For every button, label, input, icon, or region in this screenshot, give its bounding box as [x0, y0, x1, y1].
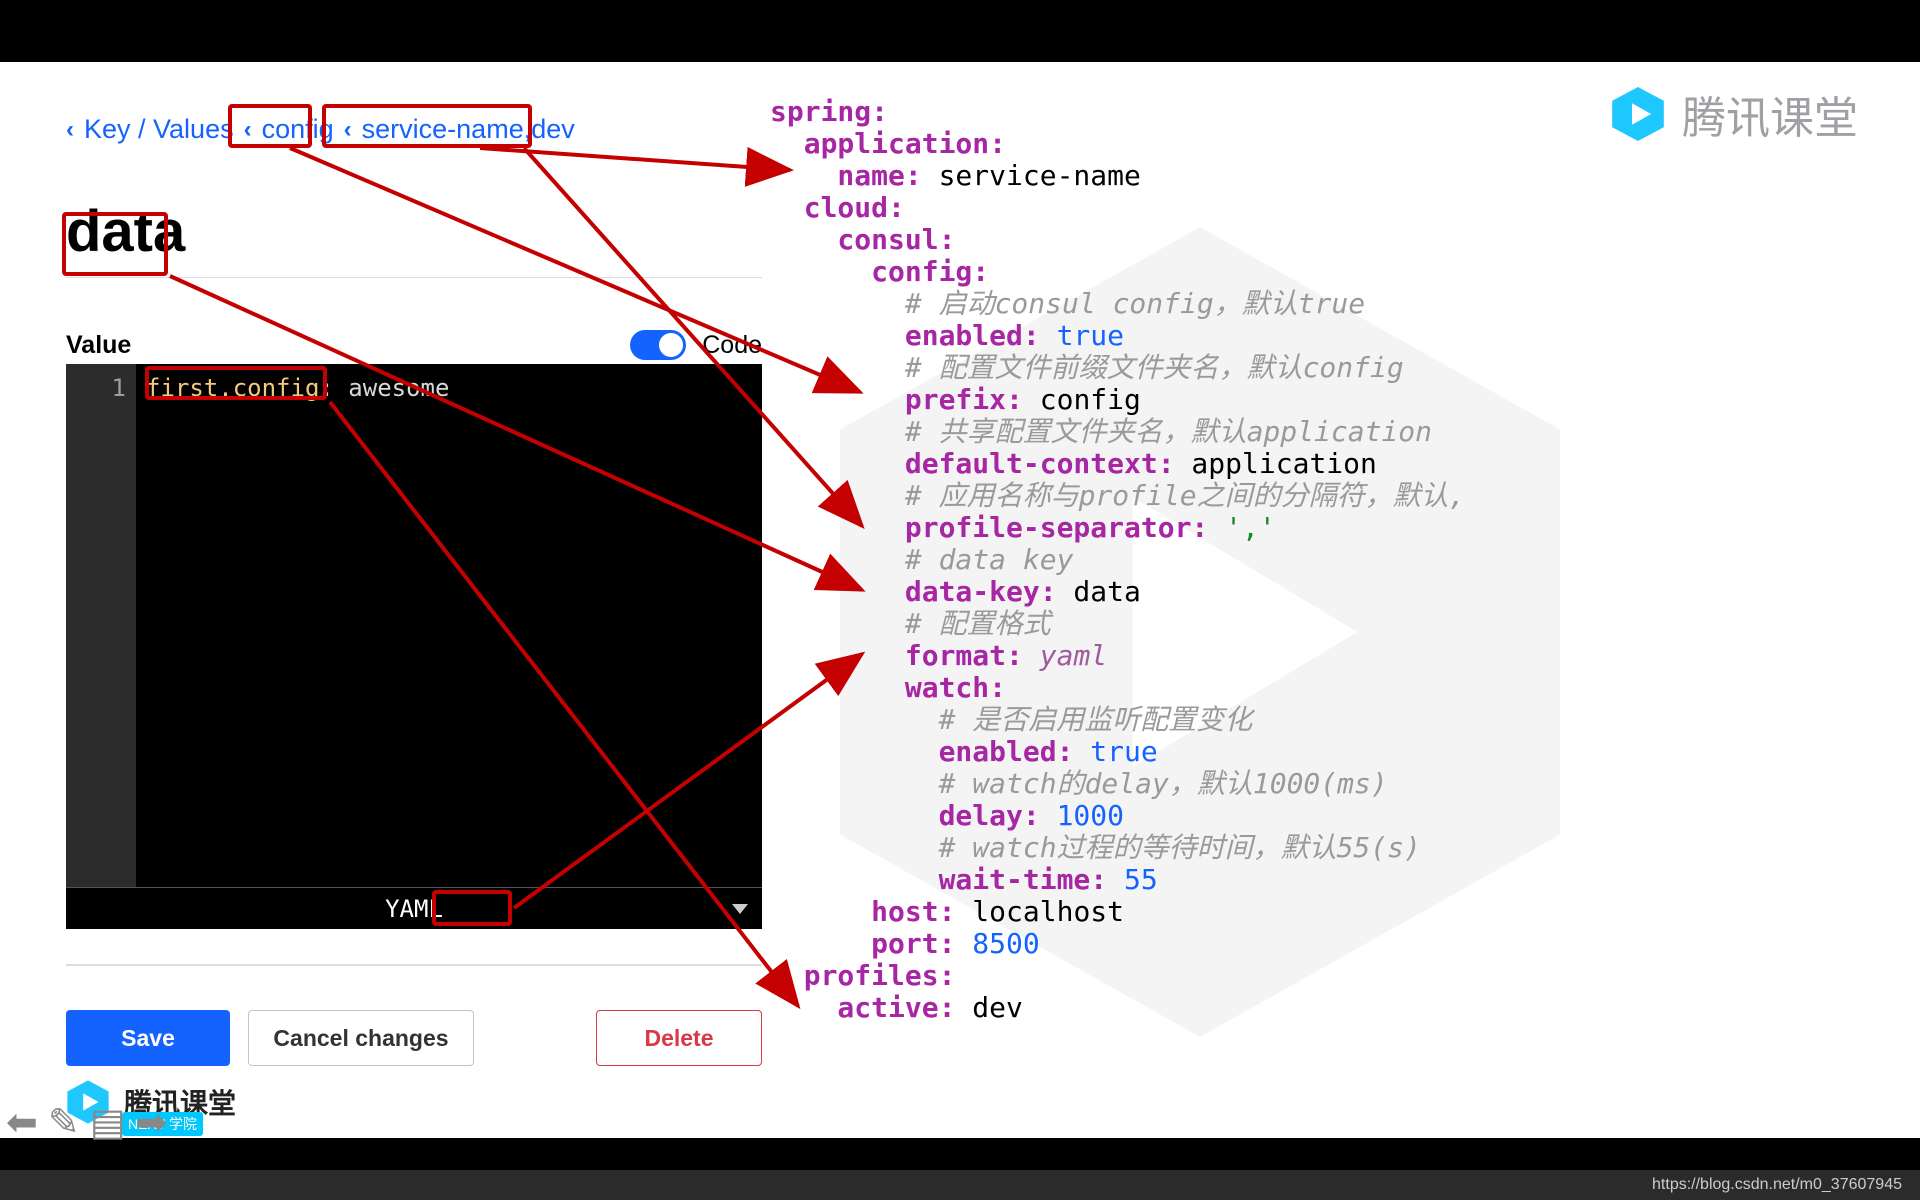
arrow-left-icon[interactable]: ⬅ — [6, 1100, 38, 1145]
source-url: https://blog.csdn.net/m0_37607945 — [1652, 1176, 1902, 1194]
brand-text: 腾讯课堂 — [1682, 82, 1858, 146]
divider — [66, 964, 762, 966]
page-title: data — [66, 198, 185, 265]
chevron-down-icon — [732, 904, 748, 914]
save-button[interactable]: Save — [66, 1010, 230, 1066]
line-gutter: 1 — [66, 364, 136, 929]
code-label: Code — [702, 331, 762, 360]
editor-key: first.config — [146, 374, 319, 402]
chevron-left-icon: ‹ — [244, 116, 252, 144]
pencil-icon[interactable]: ✎ — [48, 1100, 80, 1145]
chevron-left-icon: ‹ — [344, 116, 352, 144]
cancel-button[interactable]: Cancel changes — [248, 1010, 474, 1066]
value-label: Value — [66, 331, 131, 360]
editor-value: awesome — [348, 374, 449, 402]
editor-line-1: first.config: awesome — [146, 374, 449, 402]
breadcrumb: ‹ Key / Values ‹ config ‹ service-name,d… — [66, 114, 575, 145]
list-icon[interactable]: ▤ — [90, 1100, 126, 1145]
chevron-left-icon: ‹ — [66, 116, 74, 144]
breadcrumb-service[interactable]: service-name,dev — [362, 114, 575, 145]
arrow-right-icon[interactable]: ➡ — [136, 1100, 168, 1145]
brand-watermark: 腾讯课堂 — [1608, 82, 1858, 146]
value-editor[interactable]: 1 first.config: awesome YAML — [66, 364, 762, 929]
footer-bar: https://blog.csdn.net/m0_37607945 — [0, 1170, 1920, 1200]
hex-logo-icon — [1608, 84, 1668, 144]
value-header: Value Code — [66, 330, 762, 360]
button-row: Save Cancel changes Delete — [66, 1010, 762, 1066]
breadcrumb-config[interactable]: config — [262, 114, 334, 145]
divider — [66, 277, 762, 278]
delete-button[interactable]: Delete — [596, 1010, 762, 1066]
breadcrumb-root[interactable]: Key / Values — [84, 114, 234, 145]
yaml-config: spring: application: name: service-name … — [770, 96, 1550, 1024]
code-toggle[interactable] — [630, 330, 686, 360]
slide-nav-icons: ⬅ ✎ ▤ ➡ — [6, 1100, 167, 1145]
language-label: YAML — [385, 895, 443, 923]
language-select[interactable]: YAML — [66, 887, 762, 929]
content-stage: ‹ Key / Values ‹ config ‹ service-name,d… — [0, 62, 1920, 1138]
